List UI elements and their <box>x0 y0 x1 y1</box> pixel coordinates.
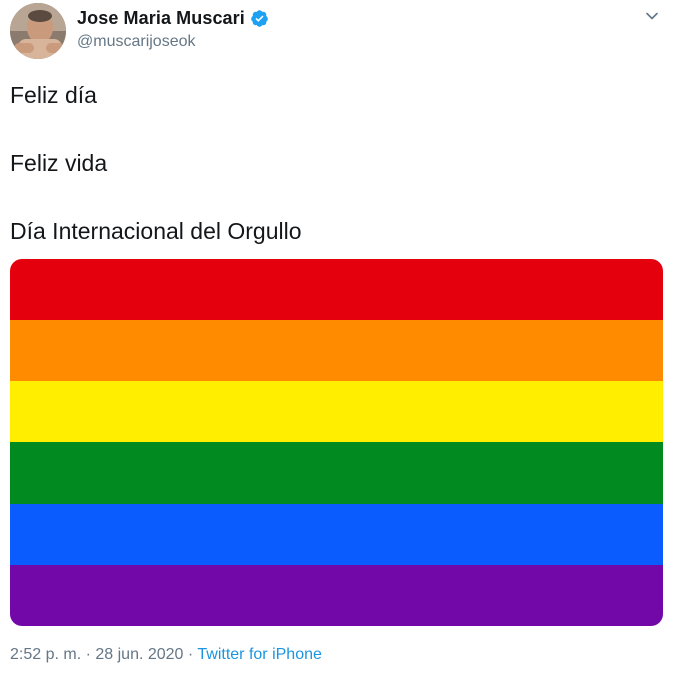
tweet-source-link[interactable]: Twitter for iPhone <box>197 646 322 663</box>
flag-stripe-yellow <box>10 381 663 443</box>
flag-stripe-red <box>10 259 663 321</box>
flag-stripe-orange <box>10 320 663 382</box>
tweet-date[interactable]: 28 jun. 2020 <box>95 646 183 663</box>
display-name[interactable]: Jose Maria Muscari <box>77 8 245 29</box>
tweet-text-line-3: Día Internacional del Orgullo <box>10 218 302 244</box>
tweet-text-line-1: Feliz día <box>10 82 97 108</box>
tweet-card: Jose Maria Muscari @muscarijoseok Feliz … <box>0 0 675 675</box>
display-name-row: Jose Maria Muscari <box>77 7 269 29</box>
meta-separator: · <box>81 646 96 663</box>
tweet-time[interactable]: 2:52 p. m. <box>10 646 81 663</box>
meta-separator-2: · <box>183 646 198 663</box>
rainbow-flag-image[interactable] <box>10 259 663 626</box>
chevron-down-icon[interactable] <box>644 8 660 24</box>
avatar[interactable] <box>10 3 66 59</box>
avatar-photo <box>10 3 66 59</box>
tweet-text-line-2: Feliz vida <box>10 150 108 176</box>
author-handle[interactable]: @muscarijoseok <box>77 33 269 51</box>
tweet-header: Jose Maria Muscari @muscarijoseok <box>10 3 665 59</box>
flag-stripe-purple <box>10 564 663 626</box>
flag-stripe-blue <box>10 503 663 565</box>
tweet-meta: 2:52 p. m. · 28 jun. 2020 · Twitter for … <box>10 646 322 664</box>
author-names: Jose Maria Muscari @muscarijoseok <box>77 7 269 51</box>
flag-stripe-green <box>10 442 663 504</box>
verified-badge-icon <box>251 9 268 27</box>
